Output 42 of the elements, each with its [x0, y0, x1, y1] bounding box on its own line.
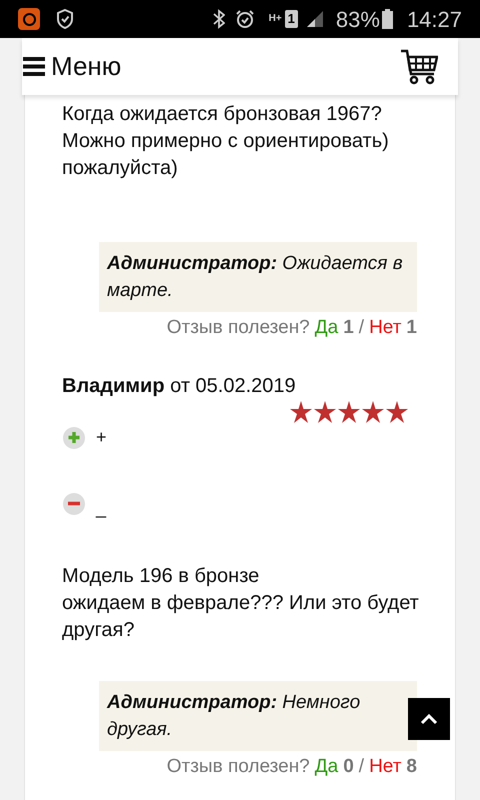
no-count: 1 [406, 316, 417, 340]
yes-link[interactable]: Да [314, 314, 338, 342]
cons-text: _ [96, 497, 106, 520]
review-author-line: Владимир от 05.02.2019 [61, 374, 297, 398]
admin-reply: Администратор: Немного другая. [99, 680, 417, 750]
separator: / [358, 316, 364, 340]
review-text: Модель 196 в бронзе [62, 564, 260, 588]
star-icon [289, 400, 313, 422]
sim-badge: 1 [284, 10, 298, 28]
clock: 14:27 [406, 6, 462, 34]
helpful-question: Отзыв полезен? [166, 754, 310, 778]
battery-icon [382, 9, 393, 29]
menu-icon [23, 57, 45, 76]
shield-icon [56, 8, 74, 30]
star-icon [361, 400, 385, 422]
bluetooth-icon [212, 9, 225, 29]
app-icon [18, 8, 40, 30]
yes-count: 1 [343, 316, 354, 340]
helpful-question: Отзыв полезен? [166, 316, 310, 340]
no-link[interactable]: Нет [369, 314, 402, 342]
admin-reply: Администратор: Ожидается в марте. [99, 242, 417, 312]
review-text: ожидаем в феврале??? Или это будет другая? [62, 590, 420, 642]
yes-count: 0 [343, 754, 354, 778]
scroll-to-top-button[interactable] [408, 698, 450, 740]
cart-icon[interactable] [401, 48, 438, 84]
star-icon [385, 400, 409, 422]
no-link[interactable]: Нет [369, 752, 402, 781]
review-text: Когда ожидается бронзовая 1967? Можно примерно с ориентировать) пожалуйста) [62, 102, 390, 181]
yes-link[interactable]: Да [314, 752, 338, 781]
minus-icon [62, 492, 86, 516]
signal-icon [306, 10, 324, 28]
star-icon [337, 400, 361, 422]
chevron-up-icon [420, 714, 438, 724]
battery-percent: 83% [336, 6, 380, 34]
separator: / [358, 754, 364, 778]
plus-icon [62, 426, 86, 450]
menu-button[interactable]: Меню [23, 47, 122, 86]
pros-text: + [96, 426, 107, 449]
star-icon [313, 400, 337, 422]
no-count: 8 [406, 754, 417, 778]
network-type: H+ [268, 14, 283, 24]
alarm-icon [234, 9, 255, 29]
